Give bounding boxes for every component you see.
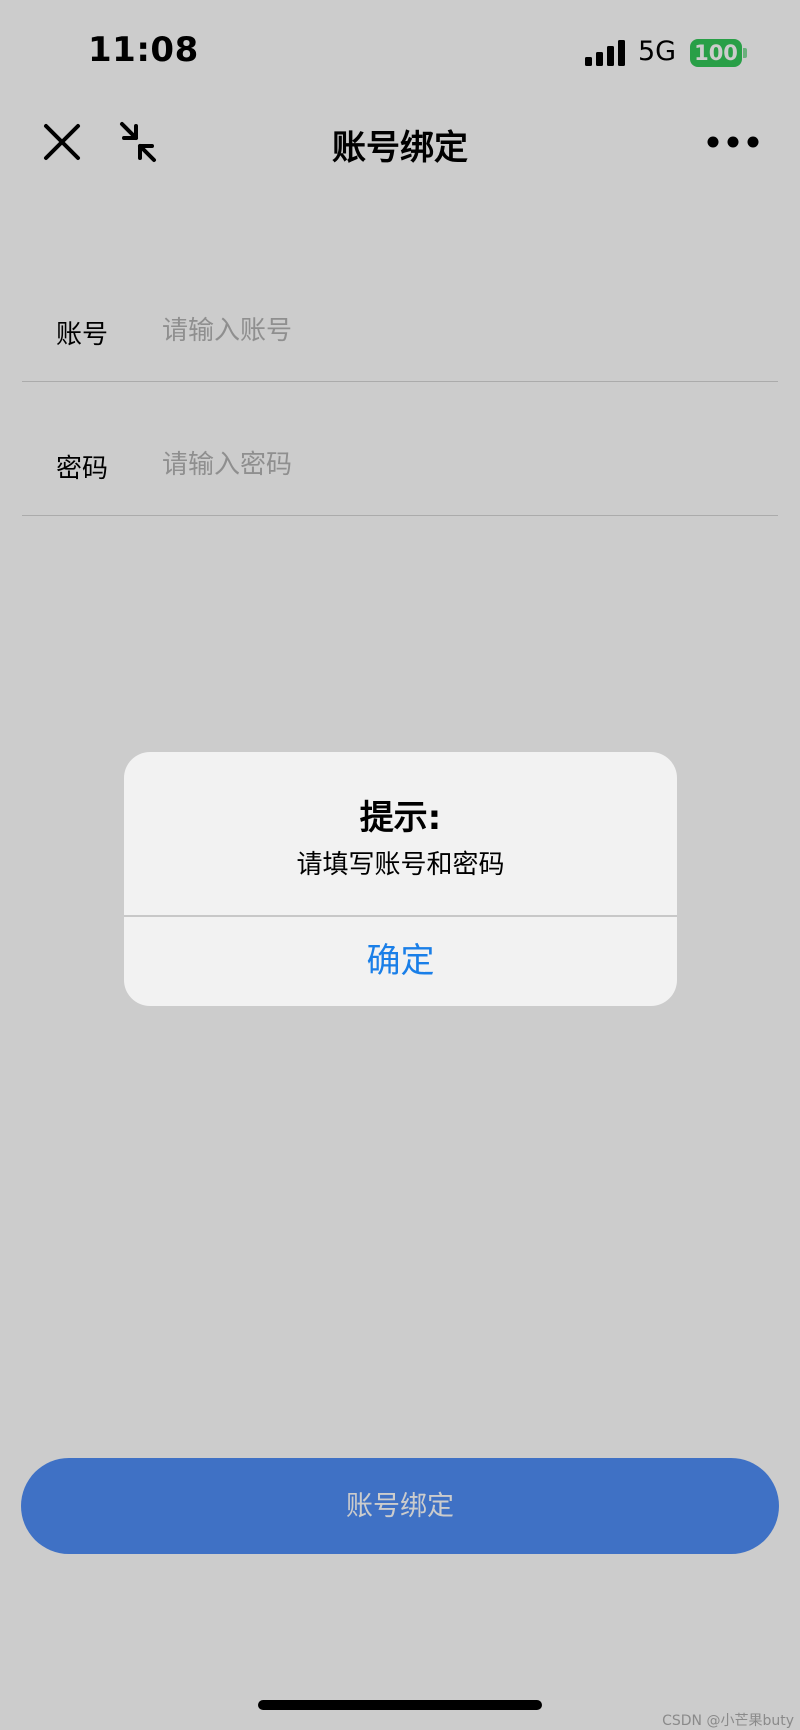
- dialog-title: 提示:: [359, 798, 442, 838]
- watermark: CSDN @小芒果buty: [662, 1713, 794, 1729]
- dialog-message: 请填写账号和密码: [296, 850, 505, 880]
- dialog-confirm-button[interactable]: 确定: [124, 917, 677, 1006]
- alert-dialog: 提示: 请填写账号和密码 确定: [124, 752, 677, 1006]
- screen: 11:08 5G 100 账号绑定 账号 请输入账号 密码 账号绑定 提示: 请…: [0, 0, 800, 1730]
